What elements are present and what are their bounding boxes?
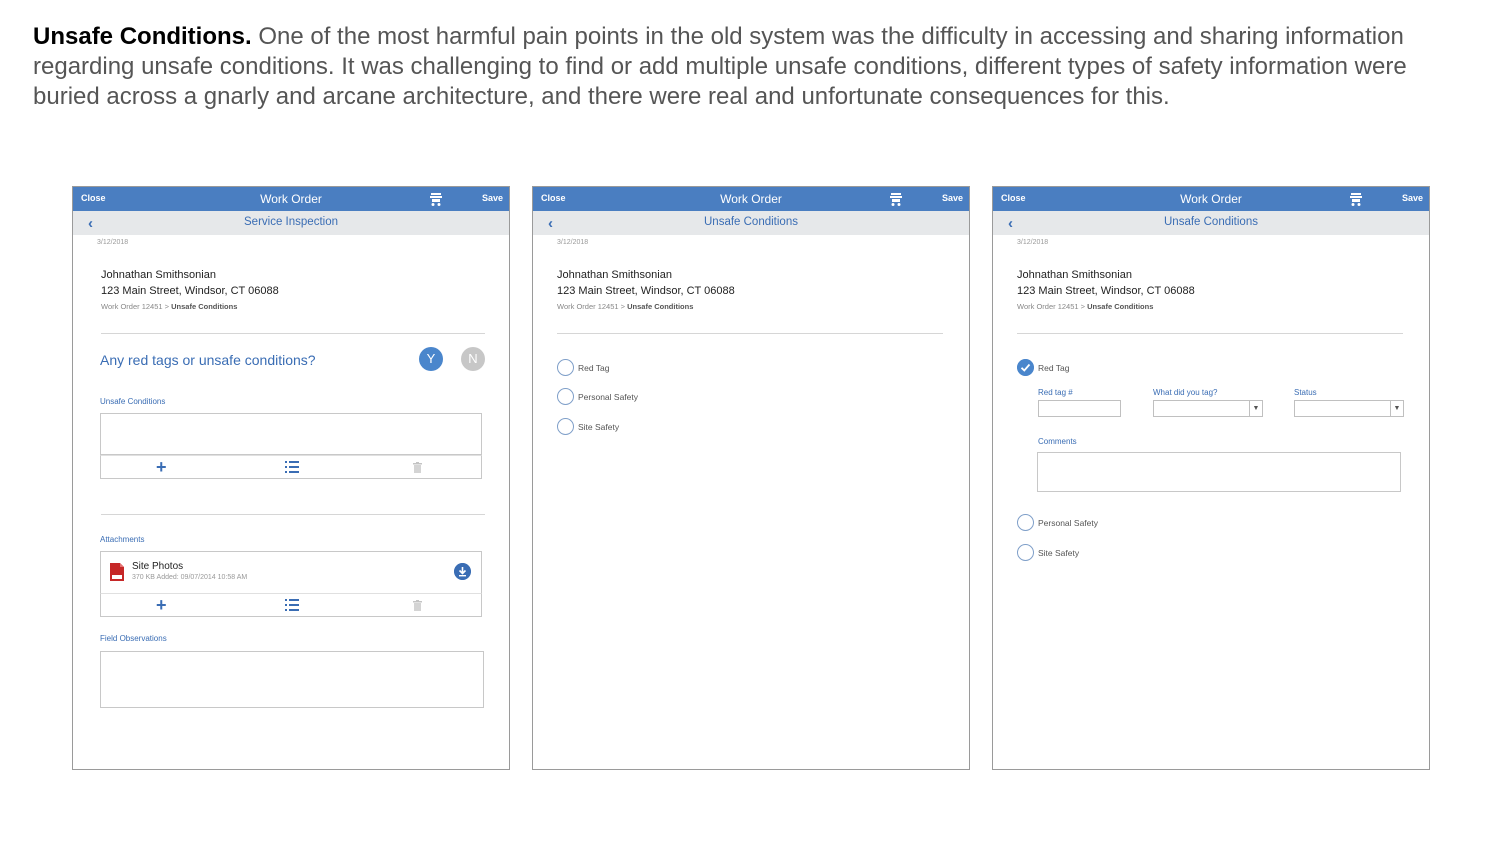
breadcrumb-parent[interactable]: Work Order 12451 [557,302,619,311]
field-observations-label: Field Observations [100,634,167,643]
top-bar: Close Work Order Save [533,187,969,211]
personal-safety-radio[interactable] [1017,514,1034,531]
save-button[interactable]: Save [482,193,503,203]
window-title: Work Order [720,192,782,206]
trash-icon[interactable] [413,462,422,473]
red-tag-radio[interactable] [557,359,574,376]
save-button[interactable]: Save [1402,193,1423,203]
site-safety-label: Site Safety [578,422,620,432]
status-label: Status [1294,388,1317,397]
window-title: Work Order [1180,192,1242,206]
red-tag-checkbox-checked-icon[interactable] [1017,359,1034,376]
dropdown-arrow-icon: ▼ [1390,401,1403,416]
red-tag-label: Red Tag [578,363,610,373]
screen-service-inspection: Close Work Order Save ‹ Service Inspecti… [72,186,510,770]
unsafe-conditions-list[interactable] [100,413,482,455]
cart-icon[interactable] [1349,191,1363,207]
date-label: 3/12/2018 [97,239,129,246]
red-tag-number-input[interactable] [1038,400,1121,417]
breadcrumb-parent[interactable]: Work Order 12451 [101,302,163,311]
site-safety-radio[interactable] [1017,544,1034,561]
date-label: 3/12/2018 [1017,239,1049,246]
add-icon[interactable]: + [156,596,167,614]
breadcrumb-current: Unsafe Conditions [171,302,238,311]
download-icon[interactable] [454,563,471,580]
trash-icon[interactable] [413,600,422,611]
personal-safety-label: Personal Safety [1038,518,1099,528]
red-tag-label: Red Tag [1038,363,1070,373]
breadcrumb-separator: > [164,302,170,311]
personal-safety-radio[interactable] [557,388,574,405]
dropdown-arrow-icon: ▼ [1249,401,1262,416]
attachment-name[interactable]: Site Photos [132,561,183,572]
attachments-toolbar: + [100,593,482,617]
what-tagged-select[interactable]: ▼ [1153,400,1263,417]
comments-input[interactable] [1037,452,1401,492]
divider [101,333,485,334]
date-label: 3/12/2018 [557,239,589,246]
page-title: Service Inspection [244,216,338,228]
breadcrumb-parent[interactable]: Work Order 12451 [1017,302,1079,311]
breadcrumb: Work Order 12451 > Unsafe Conditions [1017,302,1153,311]
top-bar: Close Work Order Save [993,187,1429,211]
save-button[interactable]: Save [942,193,963,203]
unsafe-conditions-label: Unsafe Conditions [100,397,166,406]
customer-name: Johnathan Smithsonian [1017,269,1132,281]
add-icon[interactable]: + [156,458,167,476]
customer-address: 123 Main Street, Windsor, CT 06088 [557,285,735,297]
no-button[interactable]: N [461,347,485,371]
customer-name: Johnathan Smithsonian [557,269,672,281]
pdf-icon [110,563,124,581]
breadcrumb-current: Unsafe Conditions [1087,302,1154,311]
top-bar: Close Work Order Save [73,187,509,211]
divider [557,333,943,334]
attachment-meta: 370 KB Added: 09/07/2014 10:58 AM [132,574,248,581]
screen-unsafe-conditions-red-tag: Close Work Order Save ‹ Unsafe Condition… [992,186,1430,770]
window-title: Work Order [260,192,322,206]
breadcrumb: Work Order 12451 > Unsafe Conditions [557,302,693,311]
breadcrumb: Work Order 12451 > Unsafe Conditions [101,302,237,311]
page-title: Unsafe Conditions [704,216,798,228]
list-icon[interactable] [285,599,299,611]
divider [1017,333,1403,334]
sub-header: ‹ Unsafe Conditions [993,211,1429,235]
yes-button[interactable]: Y [419,347,443,371]
field-observations-input[interactable] [100,651,484,708]
list-icon[interactable] [285,461,299,473]
breadcrumb-current: Unsafe Conditions [627,302,694,311]
red-tag-number-label: Red tag # [1038,388,1073,397]
customer-address: 123 Main Street, Windsor, CT 06088 [101,285,279,297]
attachment-item[interactable]: Site Photos 370 KB Added: 09/07/2014 10:… [100,551,482,594]
unsafe-toolbar: + [100,455,482,479]
page-title: Unsafe Conditions [1164,216,1258,228]
cart-icon[interactable] [429,191,443,207]
customer-address: 123 Main Street, Windsor, CT 06088 [1017,285,1195,297]
breadcrumb-separator: > [620,302,626,311]
sub-header: ‹ Service Inspection [73,211,509,235]
cart-icon[interactable] [889,191,903,207]
intro-paragraph: Unsafe Conditions. One of the most harmf… [33,22,1453,112]
intro-lead: Unsafe Conditions. [33,23,252,50]
comments-label: Comments [1038,437,1077,446]
customer-name: Johnathan Smithsonian [101,269,216,281]
breadcrumb-separator: > [1080,302,1086,311]
divider [101,514,485,515]
unsafe-question: Any red tags or unsafe conditions? [100,352,316,368]
site-safety-label: Site Safety [1038,548,1080,558]
what-tagged-label: What did you tag? [1153,388,1218,397]
sub-header: ‹ Unsafe Conditions [533,211,969,235]
status-select[interactable]: ▼ [1294,400,1404,417]
personal-safety-label: Personal Safety [578,392,639,402]
site-safety-radio[interactable] [557,418,574,435]
screen-unsafe-conditions: Close Work Order Save ‹ Unsafe Condition… [532,186,970,770]
attachments-label: Attachments [100,535,145,544]
